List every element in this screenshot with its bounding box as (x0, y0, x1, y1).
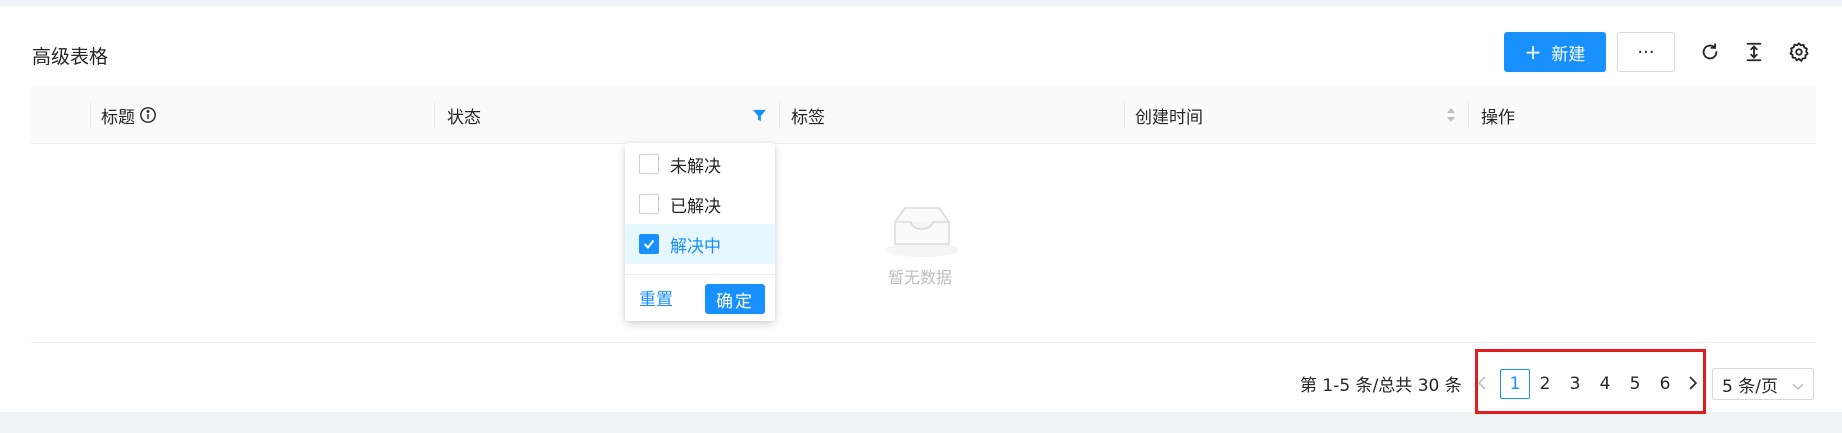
column-header-tags: 标签 (791, 86, 825, 144)
column-separator (779, 102, 780, 128)
column-created-label: 创建时间 (1135, 107, 1203, 128)
sort-icon[interactable] (1445, 86, 1457, 144)
column-status-label: 状态 (447, 107, 481, 128)
chevron-down-icon (1791, 378, 1805, 398)
info-circle-icon[interactable] (139, 106, 157, 124)
column-header-title: 标题 (101, 86, 157, 144)
column-actions-label: 操作 (1481, 107, 1515, 128)
check-icon (643, 239, 655, 250)
new-button[interactable]: + 新建 (1504, 32, 1606, 72)
filter-option-label: 已解决 (670, 196, 721, 217)
new-button-label: 新建 (1551, 44, 1586, 65)
empty-box-icon (883, 202, 961, 262)
table-card: 高级表格 + 新建 ··· 标题 状态 标签 创建时间 操作 暂无数据 第 1-… (0, 6, 1842, 414)
table-footer-divider (30, 342, 1816, 343)
pagination-highlight (1475, 349, 1706, 414)
checkbox[interactable] (639, 194, 659, 214)
checkbox-checked[interactable] (639, 234, 659, 254)
reload-icon[interactable] (1697, 39, 1723, 65)
filter-option-resolved[interactable]: 已解决 (625, 184, 775, 224)
filter-reset-button[interactable]: 重置 (639, 285, 673, 310)
status-filter-dropdown: 未解决 已解决 解决中 重置 确定 (625, 143, 775, 321)
more-button[interactable]: ··· (1617, 32, 1675, 72)
column-separator (1124, 102, 1125, 128)
column-header-actions: 操作 (1481, 86, 1515, 144)
filter-icon[interactable] (752, 86, 767, 144)
table-header: 标题 状态 标签 创建时间 操作 (30, 86, 1816, 144)
page-size-select[interactable]: 5 条/页 (1712, 368, 1814, 400)
filter-option-label: 未解决 (670, 156, 721, 177)
column-height-icon[interactable] (1741, 39, 1767, 65)
empty-text: 暂无数据 (888, 268, 953, 287)
column-header-status: 状态 (447, 86, 481, 144)
column-header-created-at[interactable]: 创建时间 (1135, 86, 1203, 144)
checkbox[interactable] (639, 154, 659, 174)
filter-option-label: 解决中 (670, 236, 721, 257)
filter-confirm-button[interactable]: 确定 (705, 284, 765, 314)
column-separator (434, 102, 435, 128)
filter-option-unresolved[interactable]: 未解决 (625, 144, 775, 184)
column-separator (90, 102, 91, 128)
column-tags-label: 标签 (791, 107, 825, 128)
column-separator (1468, 102, 1469, 128)
more-button-label: ··· (1637, 41, 1655, 63)
setting-icon[interactable] (1786, 39, 1812, 65)
dropdown-divider (625, 274, 775, 275)
column-title-label: 标题 (101, 107, 135, 128)
page-size-label: 5 条/页 (1722, 376, 1778, 397)
plus-icon: + (1524, 40, 1542, 64)
page-title: 高级表格 (32, 46, 109, 68)
filter-option-in-progress[interactable]: 解决中 (625, 224, 775, 264)
pagination-total: 第 1-5 条/总共 30 条 (1300, 376, 1462, 396)
